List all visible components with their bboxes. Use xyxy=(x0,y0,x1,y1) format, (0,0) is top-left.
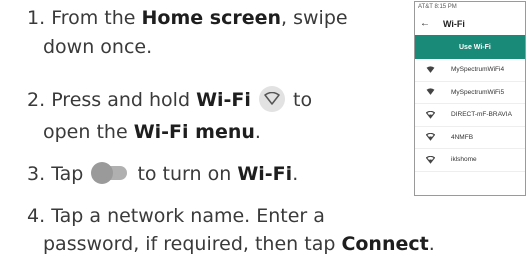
wifi-filled-icon xyxy=(423,88,437,96)
step-number: 3. xyxy=(27,163,46,185)
network-item[interactable]: 4NMFB xyxy=(415,127,525,149)
step-text: password, if required, then tap xyxy=(43,233,342,255)
step-text: Tap a network name. Enter a xyxy=(51,205,325,227)
wifi-outline-icon xyxy=(423,110,437,119)
wifi-filled-icon xyxy=(423,66,437,74)
arrow-left-icon[interactable]: ← xyxy=(415,18,435,29)
network-name: iklshome xyxy=(451,156,477,164)
wifi-menu-term: Wi-Fi menu xyxy=(133,121,255,143)
step-4-cont: password, if required, then tap Connect. xyxy=(43,230,435,259)
network-item[interactable]: MySpectrumWiFi5 xyxy=(415,82,525,104)
step-1-cont: down once. xyxy=(43,36,153,58)
step-text: Press and hold xyxy=(51,89,197,111)
page-title: Wi-Fi xyxy=(443,18,465,29)
toggle-switch-icon xyxy=(91,162,128,184)
status-bar: AT&T 8:15 PM xyxy=(415,2,525,12)
step-text: open the xyxy=(43,121,134,143)
wifi-quick-setting-icon xyxy=(258,86,285,112)
step-text: . xyxy=(254,121,261,143)
use-wifi-label: Use Wi-Fi xyxy=(459,43,491,51)
step-1: 1. From the Home screen, swipe xyxy=(27,4,348,33)
step-number: 1. xyxy=(27,7,46,29)
step-number: 4. xyxy=(27,205,46,227)
step-text: From the xyxy=(51,7,142,29)
step-4: 4. Tap a network name. Enter a xyxy=(27,202,325,231)
wifi-outline-icon xyxy=(423,155,437,164)
step-3: 3. Tap to turn on Wi-Fi. xyxy=(27,160,298,189)
use-wifi-toggle-row[interactable]: Use Wi-Fi xyxy=(415,35,525,59)
network-name: MySpectrumWiFi4 xyxy=(451,66,505,74)
wifi-term: Wi-Fi xyxy=(196,89,251,111)
wifi-app-bar: ← Wi-Fi xyxy=(415,12,525,35)
network-name: MySpectrumWiFi5 xyxy=(451,88,505,96)
step-text: Tap xyxy=(51,163,90,185)
toggle-knob xyxy=(91,162,114,184)
step-2-cont: open the Wi-Fi menu. xyxy=(43,118,261,147)
step-text: to turn on xyxy=(131,163,238,185)
phone-screenshot: AT&T 8:15 PM ← Wi-Fi Use Wi-Fi MySpectru… xyxy=(414,1,526,196)
network-item[interactable]: DIRECT-mF-BRAVIA xyxy=(415,104,525,127)
step-text: . xyxy=(428,233,435,255)
step-text: . xyxy=(292,163,299,185)
network-item[interactable]: MySpectrumWiFi4 xyxy=(415,59,525,82)
step-2: 2. Press and hold Wi-Fi to xyxy=(27,86,312,115)
wifi-term: Wi-Fi xyxy=(237,163,293,185)
home-screen-term: Home screen xyxy=(141,7,282,29)
connect-term: Connect xyxy=(341,233,429,255)
step-text: , swipe xyxy=(281,7,348,29)
step-text: to xyxy=(286,89,313,111)
network-name: DIRECT-mF-BRAVIA xyxy=(451,111,512,119)
network-name: 4NMFB xyxy=(451,133,474,141)
wifi-outline-icon xyxy=(423,133,437,141)
step-number: 2. xyxy=(27,89,46,111)
network-item[interactable]: iklshome xyxy=(415,149,525,172)
